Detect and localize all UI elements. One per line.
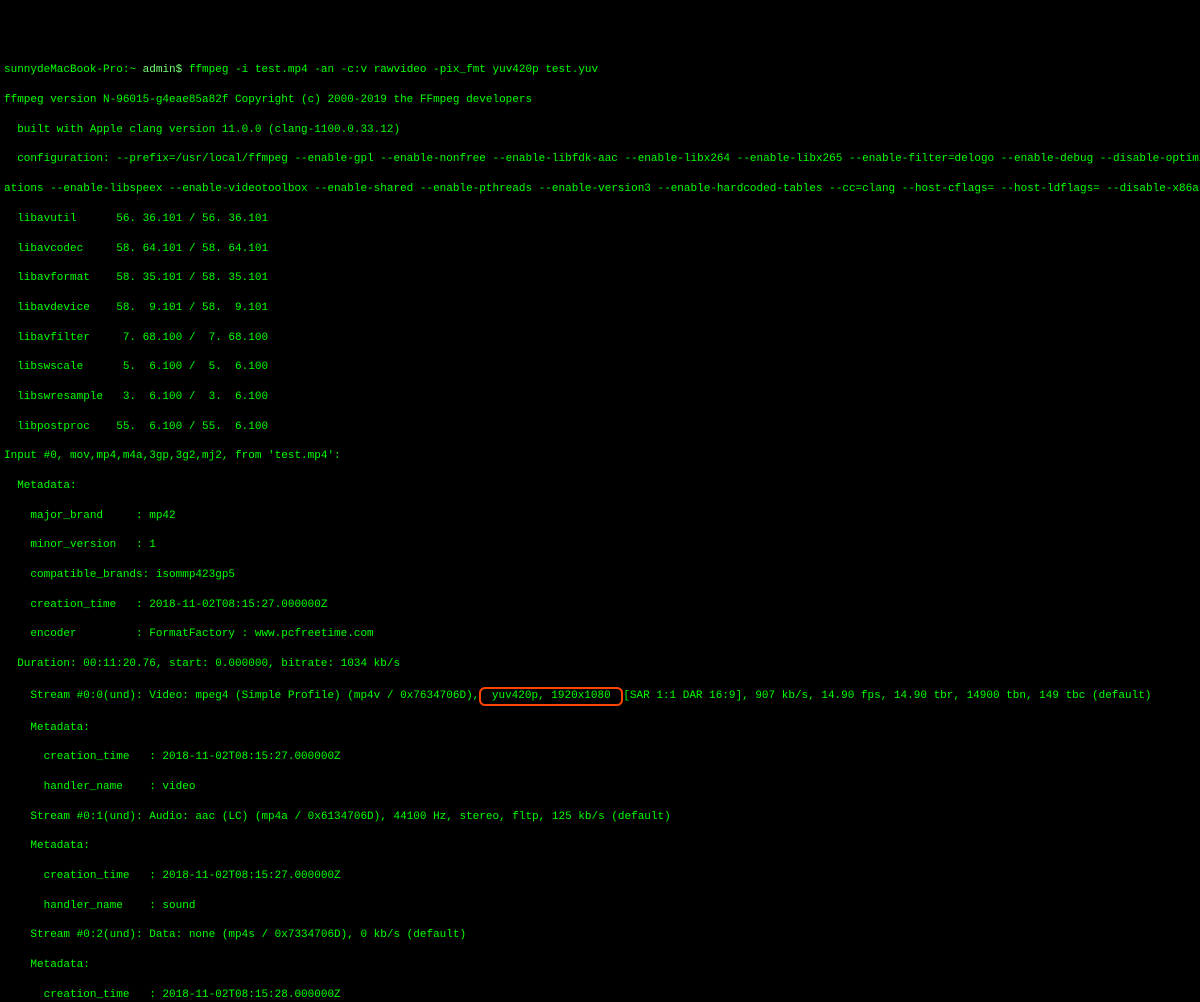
metadata-label: Metadata: bbox=[4, 479, 1196, 494]
stream-0-prefix: Stream #0:0(und): Video: mpeg4 (Simple P… bbox=[4, 690, 479, 702]
lib-line: libavfilter 7. 68.100 / 7. 68.100 bbox=[4, 331, 1196, 346]
metadata-major-brand: major_brand : mp42 bbox=[4, 509, 1196, 524]
stream-1-handler: handler_name : sound bbox=[4, 899, 1196, 914]
stream-0-line: Stream #0:0(und): Video: mpeg4 (Simple P… bbox=[4, 687, 1196, 706]
command-text: ffmpeg -i test.mp4 -an -c:v rawvideo -pi… bbox=[189, 64, 598, 76]
stream-0-suffix: [SAR 1:1 DAR 16:9], 907 kb/s, 14.90 fps,… bbox=[623, 690, 1151, 702]
lib-line: libswscale 5. 6.100 / 5. 6.100 bbox=[4, 360, 1196, 375]
stream-0-handler: handler_name : video bbox=[4, 780, 1196, 795]
duration-line: Duration: 00:11:20.76, start: 0.000000, … bbox=[4, 657, 1196, 672]
config-line-1: configuration: --prefix=/usr/local/ffmpe… bbox=[4, 152, 1196, 167]
stream-1-creation-time: creation_time : 2018-11-02T08:15:27.0000… bbox=[4, 869, 1196, 884]
prompt-line[interactable]: sunnydeMacBook-Pro:~ admin$ ffmpeg -i te… bbox=[4, 63, 1196, 78]
metadata-label: Metadata: bbox=[4, 721, 1196, 736]
lib-line: libavcodec 58. 64.101 / 58. 64.101 bbox=[4, 242, 1196, 257]
stream-1-line: Stream #0:1(und): Audio: aac (LC) (mp4a … bbox=[4, 810, 1196, 825]
metadata-compatible-brands: compatible_brands: isommp423gp5 bbox=[4, 568, 1196, 583]
stream-2-line: Stream #0:2(und): Data: none (mp4s / 0x7… bbox=[4, 928, 1196, 943]
lib-line: libavdevice 58. 9.101 / 58. 9.101 bbox=[4, 301, 1196, 316]
prompt-host: sunnydeMacBook-Pro:~ bbox=[4, 64, 136, 76]
metadata-creation-time: creation_time : 2018-11-02T08:15:27.0000… bbox=[4, 598, 1196, 613]
metadata-encoder: encoder : FormatFactory : www.pcfreetime… bbox=[4, 627, 1196, 642]
stream-0-creation-time: creation_time : 2018-11-02T08:15:27.0000… bbox=[4, 750, 1196, 765]
highlight-box: yuv420p, 1920x1080 bbox=[479, 687, 623, 706]
version-line: ffmpeg version N-96015-g4eae85a82f Copyr… bbox=[4, 93, 1196, 108]
lib-line: libavformat 58. 35.101 / 58. 35.101 bbox=[4, 271, 1196, 286]
built-line: built with Apple clang version 11.0.0 (c… bbox=[4, 123, 1196, 138]
lib-line: libpostproc 55. 6.100 / 55. 6.100 bbox=[4, 420, 1196, 435]
metadata-label: Metadata: bbox=[4, 839, 1196, 854]
metadata-minor-version: minor_version : 1 bbox=[4, 538, 1196, 553]
lib-line: libavutil 56. 36.101 / 56. 36.101 bbox=[4, 212, 1196, 227]
metadata-label: Metadata: bbox=[4, 958, 1196, 973]
lib-line: libswresample 3. 6.100 / 3. 6.100 bbox=[4, 390, 1196, 405]
prompt-user: admin$ bbox=[143, 64, 183, 76]
input-header: Input #0, mov,mp4,m4a,3gp,3g2,mj2, from … bbox=[4, 449, 1196, 464]
stream-2-creation-time: creation_time : 2018-11-02T08:15:28.0000… bbox=[4, 988, 1196, 1002]
config-line-2: ations --enable-libspeex --enable-videot… bbox=[4, 182, 1196, 197]
